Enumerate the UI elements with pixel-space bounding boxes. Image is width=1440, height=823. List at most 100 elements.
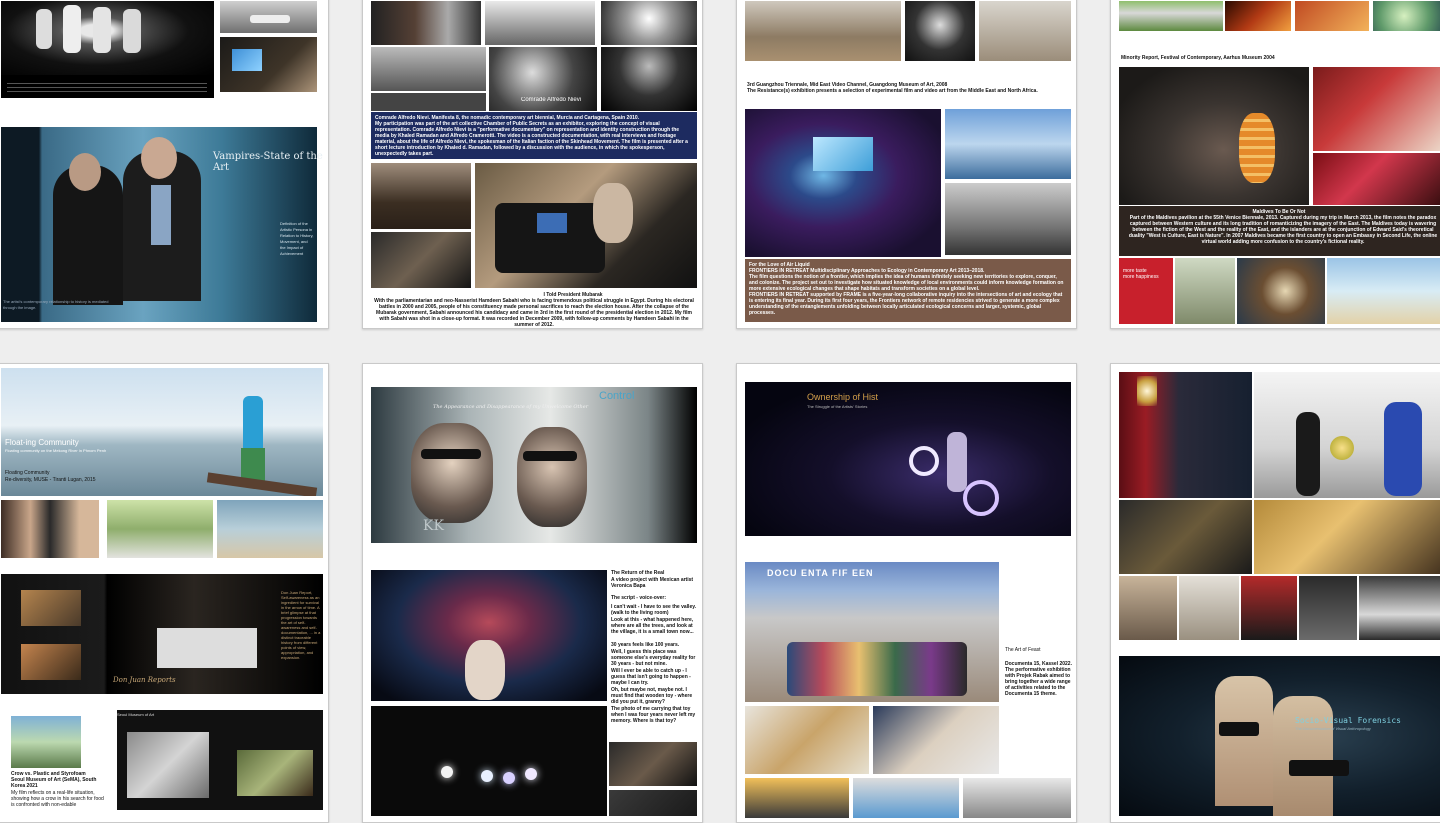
script-line-2: Look at this - what happened here, where… [611,617,694,635]
control-subtitle: The Appearance and Disappearance of my U… [433,404,589,410]
photo-golden-fabric [745,706,869,774]
photo-strip-2 [1179,576,1239,640]
float-subtitle: Floating community on the Mekong River i… [5,448,107,453]
portfolio-page-6: Control The Appearance and Disappearance… [362,363,703,823]
documenta-sign: DOCU ENTA FIF EEN [767,568,874,578]
caption-floating: Floating Community [5,470,50,476]
don-juan-side: Don Juan Report, Self-awareness as an in… [281,590,321,660]
photo-stage-curtain [1119,372,1252,498]
photo-bottom-mid [853,778,959,818]
photo-label-nievi: Comrade Alfredo Nievi [521,97,582,103]
photo-forensics [1119,656,1440,816]
caption-maldives-body: Part of the Maldives pavilion at the 55t… [1128,215,1438,245]
photo-shore [217,500,323,558]
float-title: Float-ing Community [5,438,79,447]
caption-rediversity: Re-diversity, MUSE - Tiranti Lugan, 2015 [5,477,96,483]
photo-strip-1 [1119,576,1177,640]
portfolio-page-8: Socio-Visual Forensics The Documentation… [1110,363,1440,823]
photo-glass-sphere [1237,258,1325,324]
photo-screens-room [979,1,1071,61]
vampires-title: Vampires-State of the Art [213,151,323,173]
forensics-title: Socio-Visual Forensics [1295,716,1401,725]
vampires-bottom-text: The artist's contemporary relationship t… [3,299,109,310]
photo-industrial [371,1,481,45]
script-line-6: Oh, but maybe not, maybe not. I must fin… [611,687,693,705]
photo-red-poster [1295,1,1369,31]
photo-box-installation [1119,500,1252,574]
ownership-title: Ownership of Hist [807,392,879,402]
caption-box-maldives: Maldives To Be Or Not Part of the Maldiv… [1119,206,1440,256]
photo-caption-strip [1,75,214,98]
photo-red-screens [1313,153,1440,205]
photo-team [1119,1,1223,31]
photo-small-dark [609,742,697,786]
photo-gallery-figure [220,1,317,33]
photo-small-dark-2 [609,790,697,816]
photo-street [1175,258,1235,324]
control-title: Control [599,390,635,402]
feast-title: The Art of Feast [1005,647,1041,653]
photo-crow-poster [11,716,81,768]
photo-photographers [107,500,213,558]
photo-orbs [371,706,607,816]
photo-strip-5 [1359,576,1440,640]
caption-guangzhou-2: The Resistance(s) exhibition presents a … [747,88,1038,94]
seoul-header: Seoul Museum of Art [117,712,155,717]
caption-box-nievi: Comrade Alfredo Nievi. Manifesta 8, the … [371,112,697,159]
crow-subtitle: Seoul Museum of Art (SeMA), South Korea … [11,777,97,789]
caption-air-liquid-body3: FRONTIERS IN RETREAT supported by FRAME … [749,292,1063,316]
caption-nievi-body: My participation was part of the art col… [375,121,688,157]
feast-body: Documenta 15, Kassel 2022. The performat… [1005,661,1072,697]
photo-portrait-nievi: Comrade Alfredo Nievi [489,47,597,111]
photo-bottom-left [745,778,849,818]
photo-gallery-screen [220,37,317,92]
photo-ceiling [601,1,697,45]
photo-harbor-blue [945,109,1071,179]
portfolio-page-2: Comrade Alfredo Nievi Comrade Alfredo Ni… [362,0,703,329]
forensics-subtitle: The Documentation of Visual Anthropology [1295,726,1371,731]
photo-fire [1225,1,1291,31]
return-title: The Return of the Real [611,570,665,576]
portfolio-page-4: Minority Report, Festival of Contemporar… [1110,0,1440,329]
photo-man-chess [905,1,975,61]
caption-mubarak-body: With the parliamentarian and neo-Nasseri… [374,298,694,328]
vampires-side-text: Definition of the Artistic Persona in Re… [280,221,314,256]
script-line-3: 30 years feels like 100 years. [611,642,680,648]
photo-strip-3 [1241,576,1297,640]
photo-chefs-bow [1,1,214,75]
overlay-more-happiness: more happiness [1123,274,1159,280]
photo-red-studio [1313,67,1440,151]
photo-exhibition-hall [745,1,901,61]
photo-tahrir-crowd [371,163,471,229]
photo-strip-4 [1299,576,1357,640]
caption-box-air-liquid: For the Love of Air Liquid FRONTIERS IN … [745,259,1071,322]
photo-harbor-bw [945,183,1071,255]
portfolio-page-1: "Vastness" Vampires-State of the Art Def… [0,0,329,329]
photo-return-real [371,570,607,701]
return-subtitle: A video project with Mexican artist Vero… [611,577,694,589]
photo-crowd-room [371,47,486,91]
photo-grid-small [371,93,486,111]
don-juan-title: Don Juan Reports [113,676,176,684]
photo-man-dark [601,47,697,111]
portfolio-page-3: 3rd Guangzhou Triennale, Mid East Video … [736,0,1077,329]
photo-beach [1327,258,1440,324]
photo-green-swirl [1373,1,1440,31]
photo-portrait-framed [371,232,471,288]
photo-purple-screen [745,109,941,257]
portfolio-page-5: Float-ing Community Floating community o… [0,363,329,823]
script-line-1: I can't wait - I have to see the valley.… [611,604,697,616]
photo-two-young-men [873,706,999,774]
photo-installation-cake [1119,67,1309,205]
photo-bottom-right [963,778,1071,818]
photo-workshop [1254,500,1440,574]
script-line-4: Well, I guess this place was someone els… [611,649,696,667]
crow-body: My film reflects on a real-life situatio… [11,790,104,808]
photo-camera-interview [475,163,697,288]
caption-air-liquid-body2: The film questions the notion of a front… [749,274,1064,292]
caption-minority-report: Minority Report, Festival of Contemporar… [1121,55,1275,61]
photo-more-taste: more taste more happiness [1119,258,1173,324]
photo-control-banner [371,387,697,543]
portfolio-page-7: Ownership of Hist The Struggle of the Ar… [736,363,1077,823]
photo-dark-room [485,1,595,45]
